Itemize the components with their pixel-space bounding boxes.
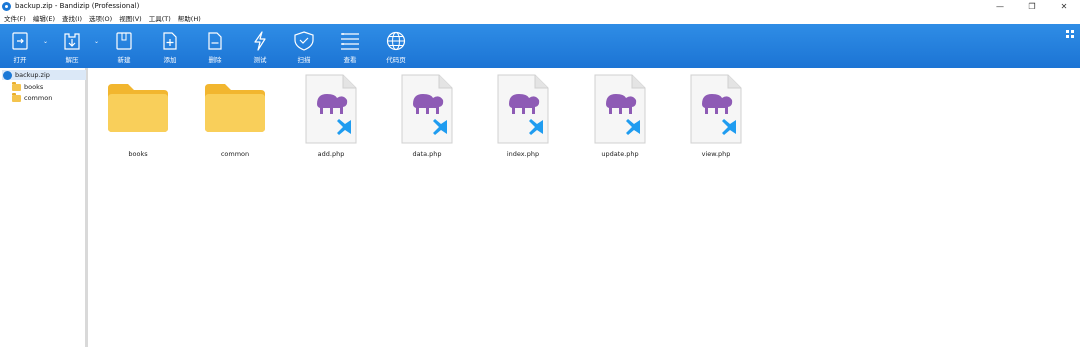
file-name: data.php bbox=[412, 150, 442, 158]
add-file-icon bbox=[163, 32, 177, 50]
extract-icon bbox=[64, 33, 80, 50]
menu-find[interactable]: 查找(I) bbox=[62, 13, 82, 23]
add-label: 添加 bbox=[163, 56, 177, 64]
window-controls: — ❐ ✕ bbox=[984, 0, 1080, 12]
list-view-icon bbox=[341, 33, 359, 50]
file-item-view-php[interactable]: view.php bbox=[676, 72, 756, 162]
open-label: 打开 bbox=[13, 56, 27, 64]
php-file-icon bbox=[401, 74, 453, 144]
php-file-icon bbox=[594, 74, 646, 144]
tree-item-common[interactable]: common bbox=[12, 93, 52, 103]
new-button[interactable]: 新建 bbox=[104, 24, 144, 68]
folder-icon bbox=[205, 84, 265, 132]
menu-bar: 文件(F) 编辑(E) 查找(I) 选项(O) 视图(V) 工具(T) 帮助(H… bbox=[0, 12, 1080, 24]
tree-root-label: backup.zip bbox=[15, 71, 50, 79]
file-grid: books common add.php data.php index.php … bbox=[91, 68, 1080, 347]
scan-label: 扫描 bbox=[297, 56, 311, 64]
open-dropdown-chevron-icon[interactable]: ⌄ bbox=[43, 38, 48, 45]
file-name: common bbox=[220, 150, 250, 158]
folder-icon bbox=[12, 93, 21, 102]
menu-view[interactable]: 视图(V) bbox=[119, 13, 142, 23]
file-item-update-php[interactable]: update.php bbox=[580, 72, 660, 162]
folder-icon bbox=[108, 84, 168, 132]
file-name: update.php bbox=[601, 150, 639, 158]
minimize-button[interactable]: — bbox=[984, 0, 1016, 12]
delete-file-icon bbox=[208, 32, 222, 50]
delete-button[interactable]: 删除 bbox=[195, 24, 235, 68]
extract-button[interactable]: 解压 bbox=[52, 24, 92, 68]
file-name: view.php bbox=[701, 150, 731, 158]
folder-tree: backup.zip books common bbox=[0, 68, 88, 347]
tree-item-label: books bbox=[24, 83, 44, 91]
menu-file[interactable]: 文件(F) bbox=[4, 13, 26, 23]
view-label: 查看 bbox=[343, 56, 357, 64]
new-archive-icon bbox=[116, 32, 132, 50]
globe-icon bbox=[386, 31, 406, 51]
tree-item-root[interactable]: backup.zip bbox=[2, 70, 86, 80]
open-icon bbox=[12, 32, 28, 50]
file-name: index.php bbox=[506, 150, 540, 158]
extract-dropdown-chevron-icon[interactable]: ⌄ bbox=[94, 38, 99, 45]
file-item-books[interactable]: books bbox=[98, 72, 178, 162]
file-item-index-php[interactable]: index.php bbox=[483, 72, 563, 162]
shield-icon bbox=[294, 31, 314, 51]
menu-tools[interactable]: 工具(T) bbox=[149, 13, 171, 23]
tree-item-label: common bbox=[24, 94, 53, 102]
maximize-button[interactable]: ❐ bbox=[1016, 0, 1048, 12]
close-button[interactable]: ✕ bbox=[1048, 0, 1080, 12]
file-item-add-php[interactable]: add.php bbox=[291, 72, 371, 162]
php-file-icon bbox=[497, 74, 549, 144]
file-name: add.php bbox=[317, 150, 345, 158]
tree-item-books[interactable]: books bbox=[12, 82, 43, 92]
extract-label: 解压 bbox=[65, 56, 79, 64]
test-button[interactable]: 测试 bbox=[240, 24, 280, 68]
add-button[interactable]: 添加 bbox=[150, 24, 190, 68]
lightning-icon bbox=[254, 31, 266, 51]
bandizip-app-icon bbox=[2, 1, 11, 11]
menu-options[interactable]: 选项(O) bbox=[89, 13, 112, 23]
menu-edit[interactable]: 编辑(E) bbox=[33, 13, 55, 23]
folder-icon bbox=[12, 82, 21, 91]
view-button[interactable]: 查看 bbox=[330, 24, 370, 68]
window-title: backup.zip - Bandizip (Professional) bbox=[15, 2, 140, 10]
file-item-common[interactable]: common bbox=[195, 72, 275, 162]
menu-help[interactable]: 帮助(H) bbox=[178, 13, 201, 23]
title-bar: backup.zip - Bandizip (Professional) — ❐… bbox=[0, 0, 1080, 12]
test-label: 测试 bbox=[253, 56, 267, 64]
scan-button[interactable]: 扫描 bbox=[284, 24, 324, 68]
codepage-label: 代码页 bbox=[386, 56, 406, 64]
layout-grid-icon[interactable] bbox=[1066, 30, 1074, 38]
file-item-data-php[interactable]: data.php bbox=[387, 72, 467, 162]
open-button[interactable]: 打开 bbox=[0, 24, 40, 68]
toolbar: 打开 ⌄ 解压 ⌄ 新建 添加 删除 测试 扫描 查看 代码页 bbox=[0, 24, 1080, 68]
php-file-icon bbox=[690, 74, 742, 144]
delete-label: 删除 bbox=[208, 56, 222, 64]
file-name: books bbox=[128, 150, 148, 158]
codepage-button[interactable]: 代码页 bbox=[376, 24, 416, 68]
new-label: 新建 bbox=[117, 56, 131, 64]
php-file-icon bbox=[305, 74, 357, 144]
zip-archive-icon bbox=[3, 70, 12, 80]
